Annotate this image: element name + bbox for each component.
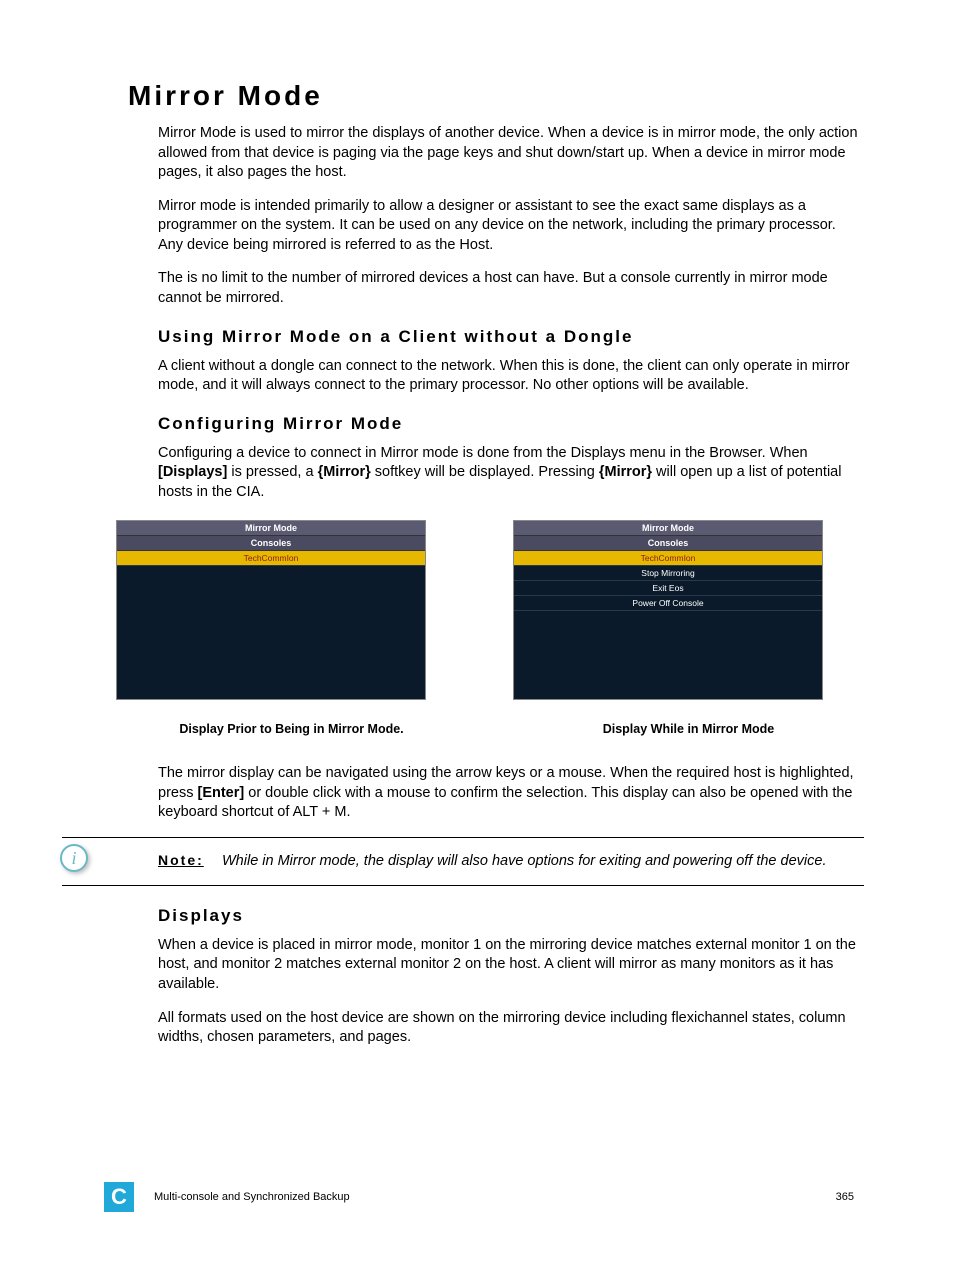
intro-para-1: Mirror Mode is used to mirror the displa… xyxy=(158,124,864,183)
enter-key: [Enter] xyxy=(198,785,245,801)
page-title: Mirror Mode xyxy=(128,80,864,112)
footer: C Multi-console and Synchronized Backup … xyxy=(0,1182,954,1212)
list-item[interactable]: TechCommIon xyxy=(117,551,425,566)
text-run: is pressed, a xyxy=(227,464,317,480)
text-run: Configuring a device to connect in Mirro… xyxy=(158,445,808,461)
page-number: 365 xyxy=(836,1191,854,1203)
list-item[interactable]: Exit Eos xyxy=(514,581,822,596)
intro-para-3: The is no limit to the number of mirrore… xyxy=(158,269,864,308)
list-item[interactable]: Stop Mirroring xyxy=(514,566,822,581)
navigation-para: The mirror display can be navigated usin… xyxy=(158,764,864,823)
using-mirror-para: A client without a dongle can connect to… xyxy=(158,357,864,396)
heading-configuring: Configuring Mirror Mode xyxy=(158,414,864,434)
panel-subheader: Consoles xyxy=(514,536,822,551)
text-run: or double click with a mouse to confirm … xyxy=(158,785,853,821)
list-item[interactable]: TechCommIon xyxy=(514,551,822,566)
mirror-softkey-2: {Mirror} xyxy=(599,464,652,480)
panel-while: Mirror Mode Consoles TechCommIon Stop Mi… xyxy=(513,520,823,700)
mirror-softkey-1: {Mirror} xyxy=(318,464,371,480)
displays-key: [Displays] xyxy=(158,464,227,480)
caption-prior: Display Prior to Being in Mirror Mode. xyxy=(116,722,467,736)
panel-title: Mirror Mode xyxy=(117,521,425,536)
footer-text: Multi-console and Synchronized Backup xyxy=(154,1191,836,1203)
caption-while: Display While in Mirror Mode xyxy=(513,722,864,736)
list-item[interactable]: Power Off Console xyxy=(514,596,822,611)
note-text: While in Mirror mode, the display will a… xyxy=(222,852,864,871)
heading-displays: Displays xyxy=(158,906,864,926)
info-icon: i xyxy=(60,844,88,872)
panel-subheader: Consoles xyxy=(117,536,425,551)
configuring-para: Configuring a device to connect in Mirro… xyxy=(158,444,864,503)
displays-para-2: All formats used on the host device are … xyxy=(158,1009,864,1048)
text-run: softkey will be displayed. Pressing xyxy=(371,464,599,480)
heading-using-mirror: Using Mirror Mode on a Client without a … xyxy=(158,327,864,347)
panel-prior: Mirror Mode Consoles TechCommIon xyxy=(116,520,426,700)
intro-para-2: Mirror mode is intended primarily to all… xyxy=(158,197,864,256)
note-block: i Note: While in Mirror mode, the displa… xyxy=(62,837,864,886)
displays-para-1: When a device is placed in mirror mode, … xyxy=(158,936,864,995)
panel-title: Mirror Mode xyxy=(514,521,822,536)
appendix-badge: C xyxy=(104,1182,134,1212)
